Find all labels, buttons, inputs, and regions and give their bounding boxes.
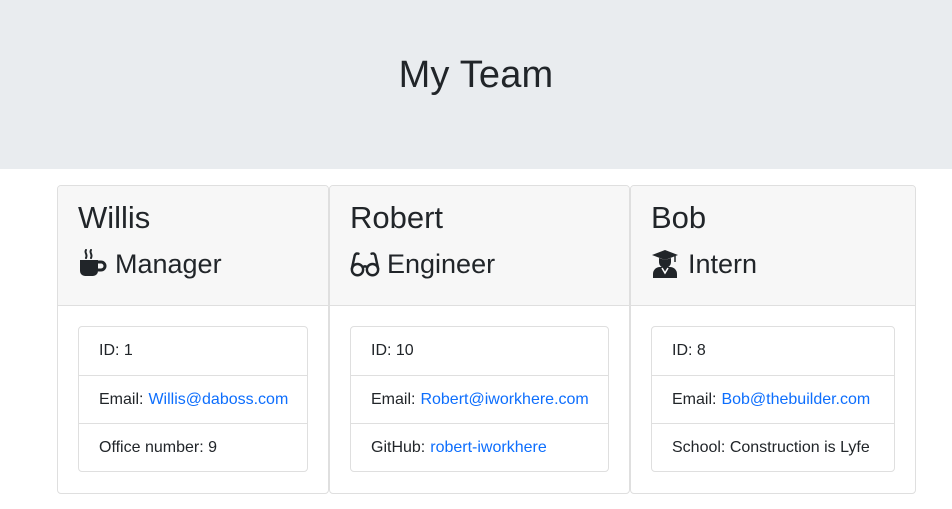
employee-role: Intern [651, 246, 915, 282]
graduate-icon [651, 249, 681, 279]
card-header: Bob Intern [631, 186, 915, 306]
github-link[interactable]: robert-iworkhere [430, 439, 546, 457]
role-label: Manager [115, 249, 222, 279]
school-item: School: Construction is Lyfe [652, 423, 894, 471]
office-number-text: Office number: 9 [99, 438, 217, 456]
card-body: ID: 8 Email: Bob@thebuilder.com School: … [631, 306, 915, 472]
id-text: ID: 10 [371, 342, 414, 359]
id-text: ID: 8 [672, 342, 706, 359]
email-item: Email: Willis@daboss.com [79, 375, 307, 423]
email-link[interactable]: Robert@iworkhere.com [420, 391, 588, 409]
role-label: Intern [688, 249, 758, 279]
employee-name: Willis [78, 200, 151, 235]
email-link[interactable]: Bob@thebuilder.com [721, 391, 870, 409]
employee-card-engineer: Robert Engineer ID: 10 Email: Robert@iwo… [329, 185, 630, 494]
office-number-item: Office number: 9 [79, 423, 307, 471]
email-link[interactable]: Willis@daboss.com [148, 391, 288, 409]
page-header: My Team [0, 0, 952, 169]
github-item: GitHub: robert-iworkhere [351, 423, 608, 471]
info-list: ID: 10 Email: Robert@iworkhere.com GitHu… [350, 326, 609, 472]
info-list: ID: 1 Email: Willis@daboss.com Office nu… [78, 326, 308, 472]
card-body: ID: 10 Email: Robert@iworkhere.com GitHu… [330, 306, 629, 472]
email-label: Email: [371, 390, 416, 408]
email-label: Email: [99, 390, 144, 408]
card-header: Robert Engineer [330, 186, 629, 306]
id-text: ID: 1 [99, 342, 133, 359]
page-title: My Team [398, 54, 554, 96]
email-item: Email: Robert@iworkhere.com [351, 375, 608, 423]
email-item: Email: Bob@thebuilder.com [652, 375, 894, 423]
info-list: ID: 8 Email: Bob@thebuilder.com School: … [651, 326, 895, 472]
glasses-icon [350, 249, 380, 279]
school-text: School: Construction is Lyfe [672, 438, 870, 456]
card-body: ID: 1 Email: Willis@daboss.com Office nu… [58, 306, 328, 472]
employee-role: Engineer [350, 246, 629, 282]
employee-name: Robert [350, 200, 444, 235]
id-item: ID: 1 [79, 327, 307, 375]
role-label: Engineer [387, 249, 496, 279]
employee-card-manager: Willis Manager ID: 1 Email: Willis@dabos… [57, 185, 329, 494]
card-header: Willis Manager [58, 186, 328, 306]
coffee-icon [78, 249, 108, 279]
github-label: GitHub: [371, 438, 426, 456]
employee-card-intern: Bob Intern ID: 8 Email: Bob@thebuilder.c… [630, 185, 916, 494]
employee-role: Manager [78, 246, 328, 282]
id-item: ID: 10 [351, 327, 608, 375]
id-item: ID: 8 [652, 327, 894, 375]
email-label: Email: [672, 390, 717, 408]
employee-name: Bob [651, 200, 707, 235]
